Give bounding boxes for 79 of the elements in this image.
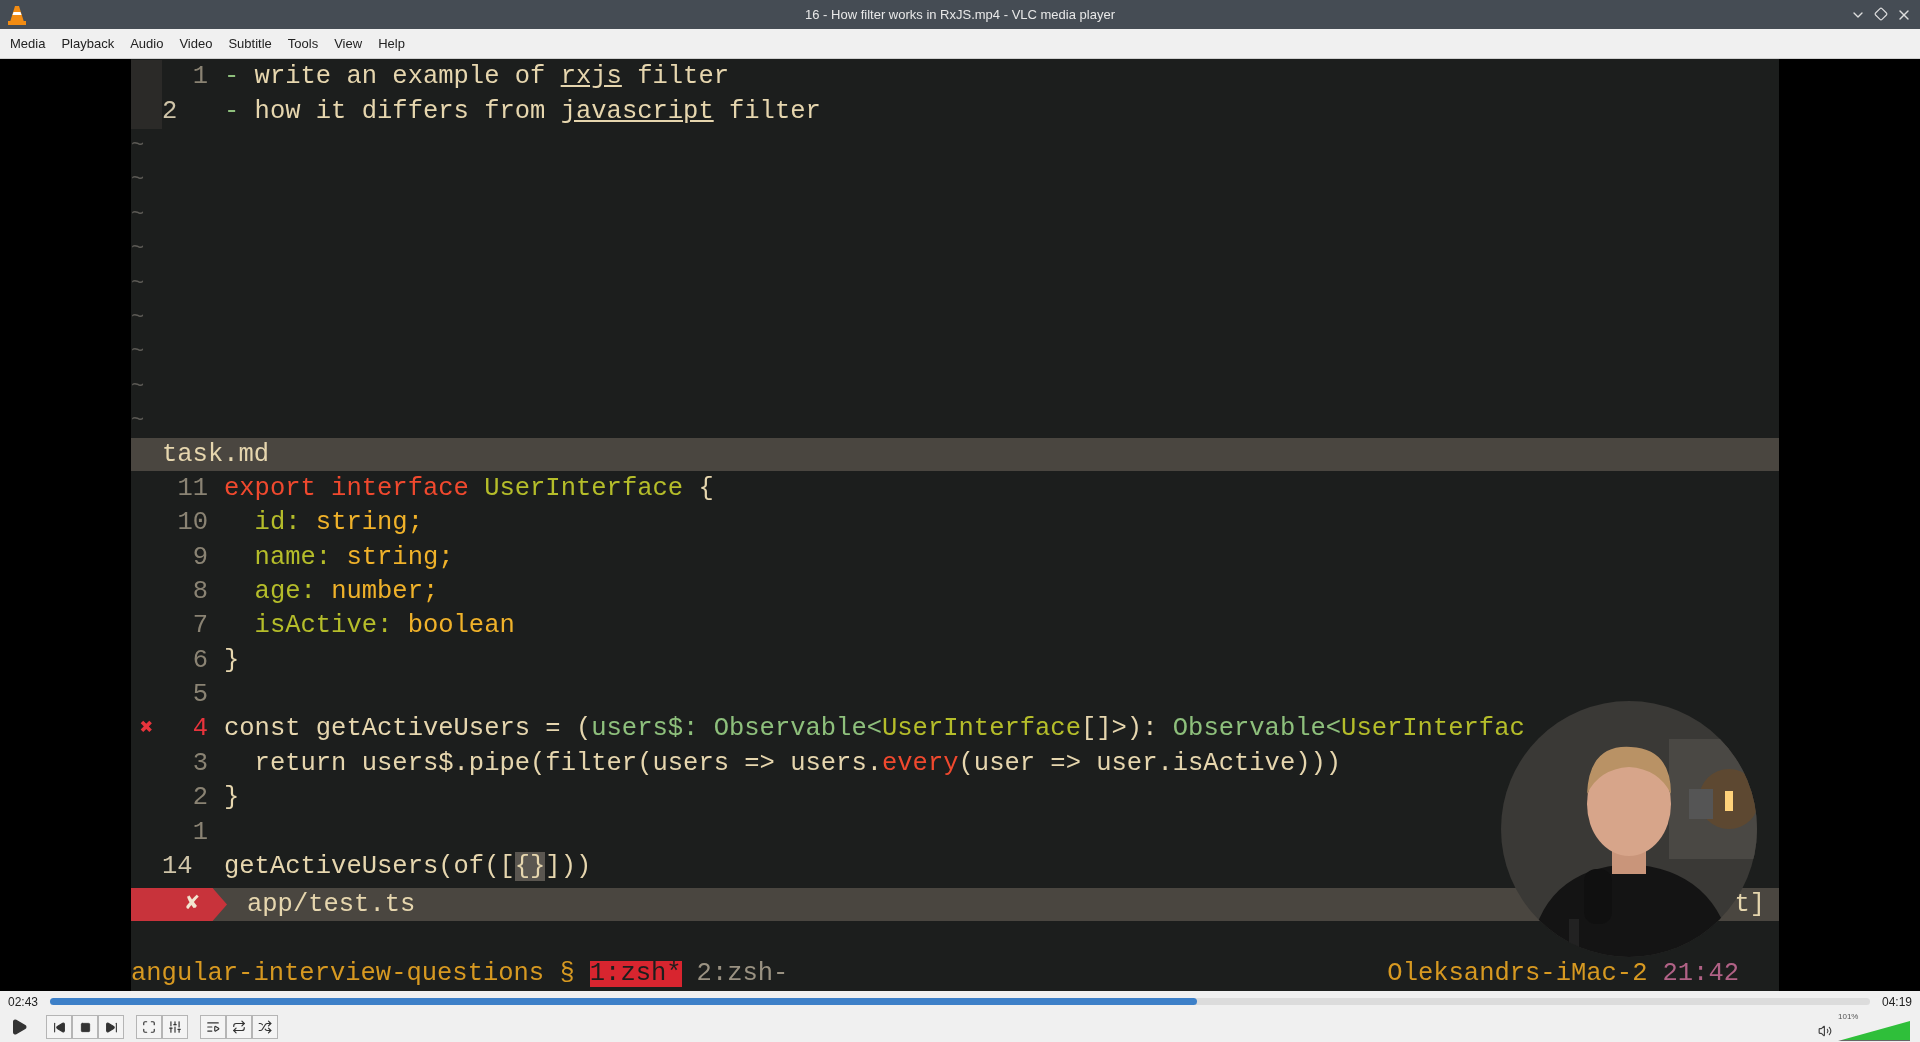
tilde: ~: [131, 169, 145, 192]
tilde: ~: [131, 203, 145, 226]
menu-item[interactable]: Subtitle: [222, 33, 278, 54]
menu-item[interactable]: Media: [4, 33, 52, 54]
shuffle-icon: [258, 1020, 272, 1034]
loop-button[interactable]: [226, 1015, 252, 1039]
tilde: ~: [131, 341, 145, 364]
code-line: - how it differs from javascript filter: [224, 98, 821, 125]
tilde: ~: [131, 238, 145, 261]
seek-bar[interactable]: [50, 998, 1870, 1005]
sign-column: [131, 94, 162, 129]
tilde: ~: [131, 272, 145, 295]
menu-item[interactable]: Tools: [281, 33, 325, 54]
volume-icon[interactable]: [1818, 1024, 1832, 1038]
extended-settings-button[interactable]: [162, 1015, 188, 1039]
volume-label: 101%: [1838, 1013, 1859, 1021]
tilde: ~: [131, 375, 145, 398]
line-number: 8: [192, 578, 208, 605]
traffic-cone-icon: [8, 4, 26, 25]
line-number: 9: [192, 544, 208, 570]
menu-item[interactable]: View: [328, 33, 369, 54]
shuffle-button[interactable]: [252, 1015, 278, 1039]
line-number: 1: [192, 64, 208, 90]
line-number: 2: [162, 98, 178, 125]
file-path: app/test.ts: [247, 891, 416, 918]
clock: 21:42: [1662, 961, 1739, 987]
code-line: const getActiveUsers = (users$: Observable<UserInterface[]>): Observable<UserInterfac: [224, 716, 1525, 742]
skip-back-icon: [52, 1020, 66, 1034]
code-line: - write an example of rxjs filter: [224, 64, 729, 90]
file-name: task.md: [162, 442, 270, 468]
code-line: id: string;: [253, 510, 423, 536]
line-number: 6: [192, 647, 208, 674]
error-sign: ✖: [139, 718, 154, 741]
sign-column: [131, 60, 162, 95]
line-number: 3: [192, 750, 208, 777]
stop-button[interactable]: [72, 1015, 98, 1039]
line-number: 10: [177, 510, 208, 536]
elapsed-time: 02:43: [8, 993, 39, 1011]
code-line: getActiveUsers(of([{}])): [224, 854, 592, 880]
fullscreen-button[interactable]: [136, 1015, 162, 1039]
code-line: }: [224, 647, 240, 674]
stop-icon: [79, 1021, 91, 1033]
line-number: 2: [192, 785, 208, 811]
playlist-button[interactable]: [200, 1015, 226, 1039]
repeat-icon: [232, 1020, 246, 1034]
tmux-window: 1:zsh*: [589, 961, 682, 987]
line-number: 4: [192, 716, 208, 742]
tilde: ~: [131, 306, 145, 329]
line-number: 11: [177, 475, 208, 502]
skip-forward-icon: [104, 1020, 118, 1034]
playlist-icon: [206, 1020, 220, 1034]
previous-button[interactable]: [46, 1015, 72, 1039]
code-line: export interface UserInterface {: [224, 475, 714, 502]
total-time: 04:19: [1881, 993, 1912, 1011]
code-line: return users$.pipe(filter(users => users.every(user => user.isActive))): [253, 750, 1342, 777]
menu-item[interactable]: Audio: [124, 33, 170, 54]
tmux-window: 2:zsh-: [696, 961, 789, 987]
code-line: }: [224, 785, 240, 811]
menu-item[interactable]: Help: [372, 33, 411, 54]
window-title: 16 - How filter works in RxJS.mp4 - VLC media player: [805, 5, 1115, 24]
play-icon: [10, 1018, 28, 1036]
tilde: ~: [131, 134, 145, 157]
maximize-icon[interactable]: [1874, 6, 1888, 21]
next-button[interactable]: [98, 1015, 124, 1039]
host-name: Oleksandrs-iMac-2: [1387, 961, 1648, 987]
code-line: isActive: boolean: [253, 613, 515, 639]
tilde: ~: [131, 410, 145, 433]
fullscreen-icon: [142, 1020, 156, 1034]
menu-item[interactable]: Video: [173, 33, 219, 54]
status-text: t]: [1734, 891, 1765, 918]
menu-item[interactable]: Playback: [55, 33, 121, 54]
line-number: 5: [192, 682, 208, 708]
session-name: angular-interview-questions §: [131, 961, 575, 987]
line-number: 7: [192, 613, 208, 639]
code-line: age: number;: [253, 578, 439, 605]
line-number: 14: [162, 854, 193, 880]
line-number: 1: [192, 819, 208, 846]
sliders-icon: [168, 1020, 182, 1034]
code-line: name: string;: [253, 544, 454, 570]
